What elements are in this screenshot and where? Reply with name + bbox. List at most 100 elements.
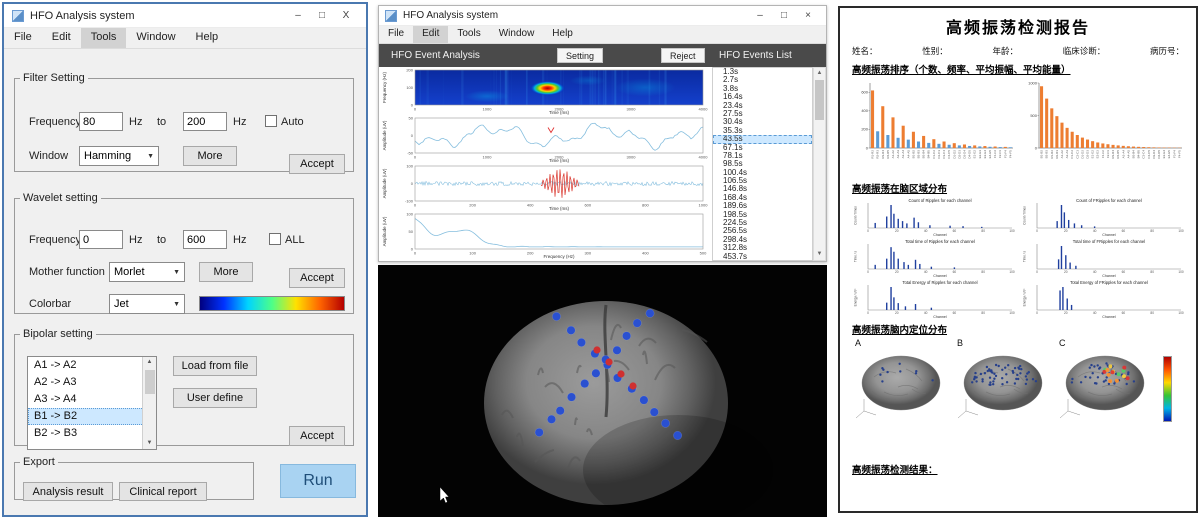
svg-text:B4-B5: B4-B5 [927, 150, 931, 159]
menu-item-help[interactable]: Help [186, 28, 229, 48]
svg-text:60: 60 [1122, 311, 1126, 315]
wavelet-freq-to-input[interactable] [183, 230, 227, 249]
window-fn-label: Window [29, 150, 68, 162]
menu-item-tools[interactable]: Tools [81, 28, 127, 48]
svg-text:100: 100 [406, 85, 413, 90]
menu-item-tools[interactable]: Tools [448, 26, 489, 43]
event-analysis-window: HFO Analysis system – □ × FileEditToolsW… [378, 5, 827, 262]
svg-text:D4-D5: D4-D5 [968, 150, 972, 159]
channel-histogram: Total time of Ripples for each channelTi… [852, 238, 1015, 278]
minimize-icon[interactable]: – [748, 10, 772, 21]
event-plots: Frequency (Hz)200100001000200030004000Ti… [379, 67, 711, 261]
filter-accept-button[interactable]: Accept [289, 154, 345, 174]
menu-item-file[interactable]: File [379, 26, 413, 43]
scroll-down-icon[interactable]: ▼ [143, 438, 156, 449]
wavelet-more-button[interactable]: More [199, 262, 253, 282]
brain-localization-row: A B C [852, 338, 1184, 428]
scroll-up-icon[interactable]: ▲ [814, 68, 825, 79]
scroll-down-icon[interactable]: ▼ [814, 249, 825, 260]
event-analysis-label: HFO Event Analysis [391, 50, 480, 61]
user-define-button[interactable]: User define [173, 388, 257, 408]
menu-item-edit[interactable]: Edit [42, 28, 81, 48]
bipolar-list-item[interactable]: A3 -> A4 [28, 391, 156, 408]
svg-text:D2-D3: D2-D3 [957, 150, 961, 159]
reject-button[interactable]: Reject [661, 48, 705, 63]
close-icon[interactable]: × [796, 10, 820, 21]
events-scrollbar[interactable]: ▲ ▼ [813, 67, 826, 261]
mother-function-value: Morlet [114, 266, 145, 278]
menu-item-window[interactable]: Window [126, 28, 185, 48]
event-list-item[interactable]: 453.7s [713, 253, 812, 261]
svg-text:R3-R4: R3-R4 [881, 150, 885, 159]
menu-item-file[interactable]: File [4, 28, 42, 48]
svg-text:Total time of FRipples for eac: Total time of FRipples for each channel [1073, 239, 1145, 244]
svg-text:200: 200 [469, 203, 476, 208]
svg-text:0: 0 [1035, 145, 1038, 150]
svg-text:B3-B4: B3-B4 [922, 150, 926, 159]
maximize-icon[interactable]: □ [310, 10, 334, 21]
svg-text:3000: 3000 [627, 107, 637, 112]
menu-item-help[interactable]: Help [543, 26, 582, 43]
all-checkbox-label: ALL [285, 234, 305, 246]
hz-label: Hz [233, 234, 246, 246]
wavelet-accept-button[interactable]: Accept [289, 268, 345, 288]
svg-text:40: 40 [924, 229, 928, 233]
svg-text:E1-E2: E1-E2 [1091, 150, 1095, 159]
svg-text:R1-R2: R1-R2 [871, 150, 875, 159]
window-fn-dropdown[interactable]: Hamming ▼ [79, 146, 159, 166]
filter-more-button[interactable]: More [183, 146, 237, 166]
analysis-result-button[interactable]: Analysis result [23, 482, 113, 501]
bipolar-accept-button[interactable]: Accept [289, 426, 345, 446]
load-from-file-button[interactable]: Load from file [173, 356, 257, 376]
report-title: 高频振荡检测报告 [852, 14, 1184, 38]
svg-text:F4-F5: F4-F5 [1177, 150, 1181, 158]
maximize-icon[interactable]: □ [772, 10, 796, 21]
all-checkbox[interactable] [269, 233, 281, 245]
bipolar-list-item[interactable]: A1 -> A2 [28, 357, 156, 374]
scrollbar-thumb[interactable] [815, 80, 824, 120]
bipolar-list-item[interactable]: B1 -> B2 [28, 408, 156, 425]
svg-text:3000: 3000 [627, 155, 637, 160]
svg-text:500: 500 [700, 251, 707, 256]
scrollbar-thumb[interactable] [145, 370, 155, 394]
wavelet-frequency-label: Frequency [29, 234, 81, 246]
close-icon[interactable]: X [334, 10, 358, 21]
setting-button[interactable]: Setting [557, 48, 603, 63]
svg-text:Channel: Channel [1102, 315, 1116, 319]
svg-text:A1-A2: A1-A2 [891, 150, 895, 159]
scroll-up-icon[interactable]: ▲ [143, 357, 156, 368]
svg-text:400: 400 [642, 251, 649, 256]
minimize-icon[interactable]: – [286, 10, 310, 21]
auto-checkbox[interactable] [265, 115, 277, 127]
spectrum-plot: Amplitude (uV)1005000100200300400500Freq… [379, 211, 711, 259]
bipolar-setting-legend: Bipolar setting [20, 328, 96, 340]
bipolar-scrollbar[interactable]: ▲ ▼ [142, 357, 156, 449]
svg-text:80: 80 [981, 311, 985, 315]
mother-function-dropdown[interactable]: Morlet ▼ [109, 262, 185, 282]
run-button[interactable]: Run [280, 464, 356, 498]
signal-plot: Amplitude (uV)500-5001000200030004000Tim… [379, 115, 711, 163]
svg-text:4000: 4000 [699, 107, 709, 112]
bipolar-list-item[interactable]: A2 -> A3 [28, 374, 156, 391]
svg-text:200: 200 [406, 67, 413, 72]
app-icon [385, 10, 397, 22]
svg-text:C2-C3: C2-C3 [1075, 150, 1079, 159]
menu-item-edit[interactable]: Edit [413, 26, 448, 43]
colorbar-dropdown[interactable]: Jet ▼ [109, 294, 185, 314]
age-field-label: 年龄： [992, 45, 1018, 57]
filter-freq-from-input[interactable] [79, 112, 123, 131]
section-localization-title: 高频振荡脑内定位分布 [852, 322, 1184, 336]
svg-text:600: 600 [861, 90, 868, 95]
wavelet-freq-from-input[interactable] [79, 230, 123, 249]
svg-text:60: 60 [953, 229, 957, 233]
svg-text:B2-B3: B2-B3 [1045, 150, 1049, 159]
channel-histogram: Total Energy of Ripples for each channel… [852, 279, 1015, 319]
menu-item-window[interactable]: Window [490, 26, 544, 43]
filter-freq-to-input[interactable] [183, 112, 227, 131]
clinical-report-button[interactable]: Clinical report [119, 482, 207, 501]
report-page: 高频振荡检测报告 姓名： 性别： 年龄： 临床诊断： 病历号： 高频振荡排序（个… [838, 6, 1198, 513]
colorbar-label: Colorbar [29, 298, 71, 310]
svg-text:R1-R2: R1-R2 [1050, 150, 1054, 159]
bipolar-list-item[interactable]: B2 -> B3 [28, 425, 156, 442]
ranking-chart-energy: 05001000B1-B2B2-B3R1-R2R2-R3A1-A2A2-A3C1… [1021, 78, 1184, 178]
